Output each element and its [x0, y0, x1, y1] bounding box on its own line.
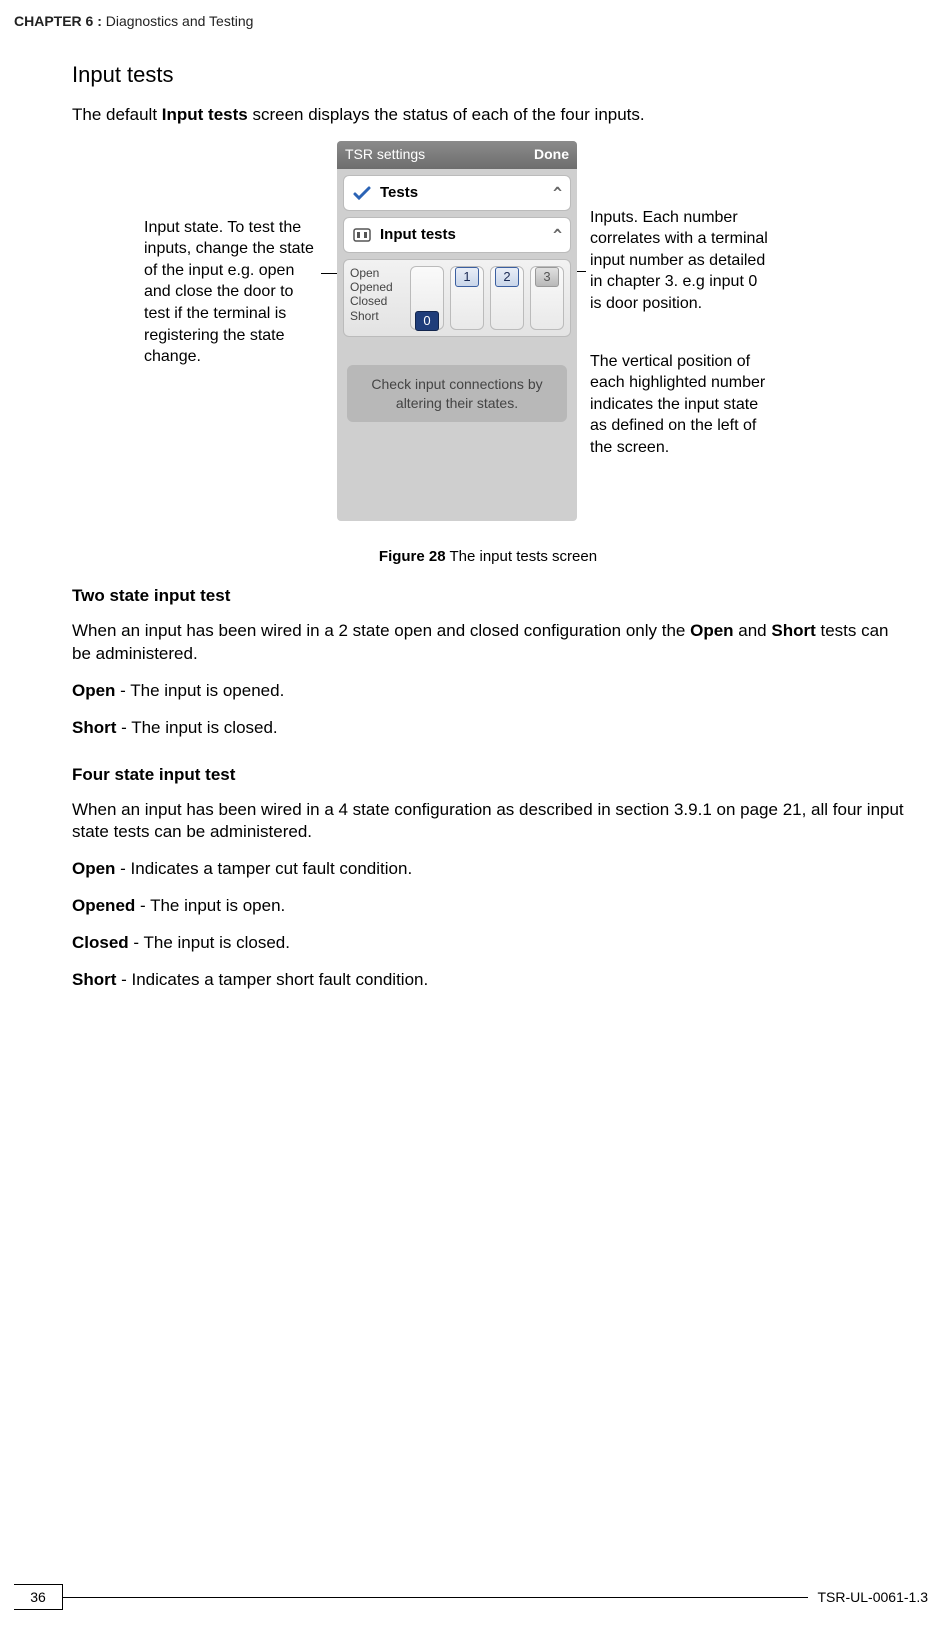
intro-bold: Input tests — [162, 105, 248, 124]
callout-right-b: The vertical position of each highlighte… — [590, 351, 774, 459]
figure-block: Input state. To test the inputs, change … — [72, 141, 904, 541]
input-chip-0: 0 — [415, 311, 439, 331]
four-state-opened: Opened - The input is open. — [72, 895, 904, 918]
def: - Indicates a tamper cut fault condition… — [115, 859, 412, 878]
section-heading: Input tests — [72, 60, 904, 90]
hint-box: Check input connections by altering thei… — [347, 365, 567, 423]
def: - The input is closed. — [116, 718, 277, 737]
running-header: CHAPTER 6 : Diagnostics and Testing — [14, 12, 253, 31]
doc-id: TSR-UL-0061-1.3 — [808, 1588, 944, 1607]
figure-caption: Figure 28 The input tests screen — [72, 547, 904, 567]
page-number: 36 — [14, 1584, 63, 1610]
term-opened: Opened — [72, 896, 135, 915]
four-state-open: Open - Indicates a tamper cut fault cond… — [72, 858, 904, 881]
intro-paragraph: The default Input tests screen displays … — [72, 104, 904, 127]
chevron-up-icon: ^ — [553, 183, 562, 203]
input-chip-3: 3 — [535, 267, 559, 287]
intro-post: screen displays the status of each of th… — [248, 105, 645, 124]
text-bold: Short — [771, 621, 815, 640]
screenshot-titlebar: TSR settings Done — [337, 141, 577, 169]
four-state-closed: Closed - The input is closed. — [72, 932, 904, 955]
four-state-para: When an input has been wired in a 4 stat… — [72, 799, 904, 845]
chapter-label: CHAPTER 6 : — [14, 13, 102, 29]
lanes: 0 1 2 3 — [410, 266, 564, 330]
input-chip-1: 1 — [455, 267, 479, 287]
term-short: Short — [72, 718, 116, 737]
input-tests-panel: Open Opened Closed Short 0 1 2 — [343, 259, 571, 337]
input-lane-3: 3 — [530, 266, 564, 330]
check-icon — [352, 183, 372, 203]
state-label: Open — [350, 266, 404, 280]
input-lane-0: 0 — [410, 266, 444, 330]
state-label: Opened — [350, 280, 404, 294]
input-chip-2: 2 — [495, 267, 519, 287]
text-bold: Open — [690, 621, 733, 640]
callout-right-a: Inputs. Each number correlates with a te… — [590, 207, 770, 315]
two-state-para: When an input has been wired in a 2 stat… — [72, 620, 904, 666]
term-closed: Closed — [72, 933, 129, 952]
chapter-title: Diagnostics and Testing — [106, 13, 254, 29]
figure-number: Figure 28 — [379, 548, 446, 565]
input-lane-1: 1 — [450, 266, 484, 330]
states-column: Open Opened Closed Short — [350, 266, 404, 330]
subheading-four-state: Four state input test — [72, 764, 904, 787]
state-label: Closed — [350, 294, 404, 308]
callout-left: Input state. To test the inputs, change … — [144, 217, 320, 368]
footer: 36 TSR-UL-0061-1.3 — [0, 1583, 944, 1611]
subheading-two-state: Two state input test — [72, 585, 904, 608]
text: When an input has been wired in a 2 stat… — [72, 621, 690, 640]
four-state-short: Short - Indicates a tamper short fault c… — [72, 969, 904, 992]
row-input-tests[interactable]: Input tests ^ — [343, 217, 571, 253]
figure-caption-text: The input tests screen — [446, 548, 597, 565]
def: - The input is open. — [135, 896, 285, 915]
chevron-up-icon: ^ — [553, 225, 562, 245]
row-input-tests-label: Input tests — [380, 225, 456, 245]
titlebar-done[interactable]: Done — [534, 145, 569, 164]
screenshot: TSR settings Done Tests ^ — [337, 141, 577, 521]
state-label: Short — [350, 309, 404, 323]
term-open: Open — [72, 681, 115, 700]
def: - The input is opened. — [115, 681, 284, 700]
two-state-short: Short - The input is closed. — [72, 717, 904, 740]
term-open: Open — [72, 859, 115, 878]
inputs-icon — [352, 225, 372, 245]
term-short: Short — [72, 970, 116, 989]
footer-rule — [63, 1597, 808, 1598]
text: and — [734, 621, 772, 640]
two-state-open: Open - The input is opened. — [72, 680, 904, 703]
row-tests[interactable]: Tests ^ — [343, 175, 571, 211]
def: - The input is closed. — [129, 933, 290, 952]
row-tests-label: Tests — [380, 183, 418, 203]
titlebar-left: TSR settings — [345, 145, 425, 164]
intro-pre: The default — [72, 105, 162, 124]
input-lane-2: 2 — [490, 266, 524, 330]
def: - Indicates a tamper short fault conditi… — [116, 970, 428, 989]
